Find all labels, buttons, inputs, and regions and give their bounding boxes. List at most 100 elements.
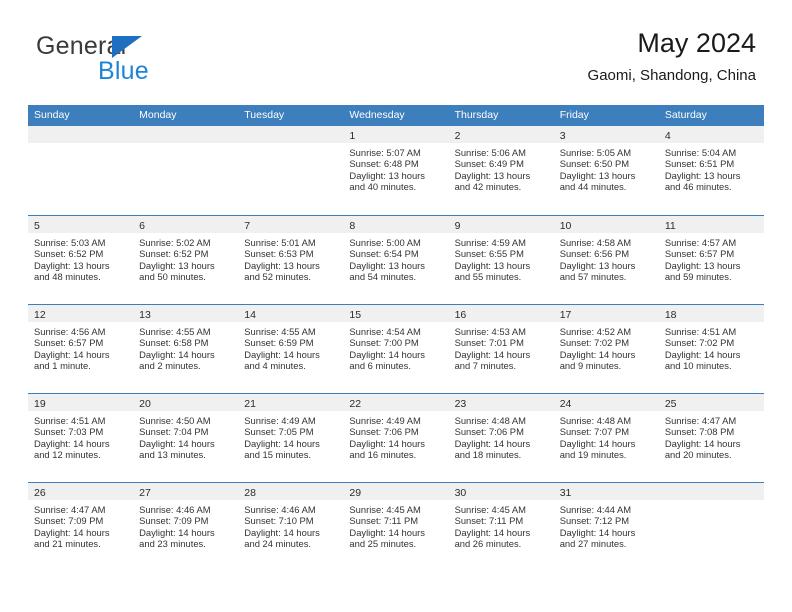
daylight-text-line1: Daylight: 14 hours <box>244 526 320 538</box>
calendar-day-cell[interactable]: 11 Sunrise: 4:57 AM Sunset: 6:57 PM Dayligh… <box>658 216 764 304</box>
day-number-band: 3 <box>553 126 659 143</box>
calendar-day-cell[interactable]: 7 Sunrise: 5:01 AM Sunset: 6:53 PM Daylight… <box>238 216 344 304</box>
day-number: 2 <box>454 130 461 142</box>
page-header: General Blue May 2024 Gaomi, Shandong, C… <box>28 26 764 98</box>
sunset-text: Sunset: 6:54 PM <box>349 248 419 260</box>
calendar-page: General Blue May 2024 Gaomi, Shandong, C… <box>0 0 792 612</box>
day-info: Sunrise: 4:54 AM Sunset: 7:00 PM Daylight:… <box>343 322 448 372</box>
sunset-text: Sunset: 6:56 PM <box>559 248 630 260</box>
day-info: Sunrise: 5:00 AM Sunset: 6:54 PM Daylight:… <box>343 233 448 283</box>
calendar-day-cell[interactable]: 4 Sunrise: 5:04 AM Sunset: 6:51 PM Daylight… <box>658 126 764 215</box>
sunset-text: Sunset: 7:06 PM <box>454 426 524 438</box>
day-number-band: 1 <box>343 126 449 143</box>
calendar-day-cell[interactable]: 27 Sunrise: 4:46 AM Sunset: 7:09 PM Dayligh… <box>133 483 239 571</box>
calendar-day-cell[interactable]: 2 Sunrise: 5:06 AM Sunset: 6:49 PM Daylight… <box>448 126 554 215</box>
day-number: 24 <box>559 398 572 410</box>
day-info: Sunrise: 5:03 AM Sunset: 6:52 PM Daylight:… <box>28 233 133 283</box>
calendar-day-cell[interactable]: 21 Sunrise: 4:49 AM Sunset: 7:05 PM Dayligh… <box>238 394 344 482</box>
calendar-day-cell[interactable]: 5 Sunrise: 5:03 AM Sunset: 6:52 PM Daylight… <box>28 216 134 304</box>
day-number-band: 21 <box>238 394 344 411</box>
calendar-day-cell[interactable]: 26 Sunrise: 4:47 AM Sunset: 7:09 PM Dayligh… <box>28 483 134 571</box>
daylight-text-line1: Daylight: 14 hours <box>244 348 320 360</box>
calendar-day-cell[interactable]: 8 Sunrise: 5:00 AM Sunset: 6:54 PM Daylight… <box>343 216 449 304</box>
weekday-header-friday: Friday <box>559 109 589 121</box>
day-info: Sunrise: 5:04 AM Sunset: 6:51 PM Daylight:… <box>659 143 764 193</box>
calendar-day-cell[interactable]: 1 Sunrise: 5:07 AM Sunset: 6:48 PM Daylight… <box>343 126 449 215</box>
day-number-band: 19 <box>28 394 134 411</box>
daylight-text-line2: and 44 minutes. <box>559 181 627 193</box>
day-number: 8 <box>349 220 356 232</box>
day-number: 30 <box>454 487 467 499</box>
calendar-day-cell[interactable]: 10 Sunrise: 4:58 AM Sunset: 6:56 PM Dayligh… <box>553 216 659 304</box>
daylight-text-line2: and 19 minutes. <box>559 449 627 461</box>
calendar-week-row: 26 Sunrise: 4:47 AM Sunset: 7:09 PM Dayligh… <box>28 482 764 571</box>
general-blue-logo[interactable]: General Blue <box>36 32 256 88</box>
daylight-text-line2: and 52 minutes. <box>244 271 311 283</box>
calendar-day-cell[interactable]: 22 Sunrise: 4:49 AM Sunset: 7:06 PM Dayligh… <box>343 394 449 482</box>
calendar-day-cell[interactable]: 31 Sunrise: 4:44 AM Sunset: 7:12 PM Dayligh… <box>553 483 659 571</box>
day-number-band: 30 <box>448 483 554 500</box>
daylight-text-line2: and 26 minutes. <box>454 538 522 550</box>
daylight-text-line2: and 59 minutes. <box>664 271 732 283</box>
daylight-text-line2: and 50 minutes. <box>139 271 206 283</box>
calendar-day-cell[interactable]: 20 Sunrise: 4:50 AM Sunset: 7:04 PM Dayligh… <box>133 394 239 482</box>
day-number: 14 <box>244 309 256 321</box>
calendar-day-cell[interactable]: 15 Sunrise: 4:54 AM Sunset: 7:00 PM Dayligh… <box>343 305 449 393</box>
calendar-weeks: 1 Sunrise: 5:07 AM Sunset: 6:48 PM Daylight… <box>28 126 764 571</box>
calendar-day-cell[interactable]: 18 Sunrise: 4:51 AM Sunset: 7:02 PM Dayligh… <box>658 305 764 393</box>
sunset-text: Sunset: 6:51 PM <box>664 158 735 170</box>
calendar-day-cell[interactable]: 30 Sunrise: 4:45 AM Sunset: 7:11 PM Dayligh… <box>448 483 554 571</box>
calendar-day-cell[interactable]: 14 Sunrise: 4:55 AM Sunset: 6:59 PM Dayligh… <box>238 305 344 393</box>
sunrise-text: Sunrise: 4:49 AM <box>349 415 421 426</box>
daylight-text-line2: and 55 minutes. <box>454 271 522 283</box>
sunset-text: Sunset: 6:49 PM <box>454 158 524 170</box>
day-number: 17 <box>559 309 572 321</box>
daylight-text-line2: and 54 minutes. <box>349 271 417 283</box>
calendar-day-cell[interactable]: 6 Sunrise: 5:02 AM Sunset: 6:52 PM Daylight… <box>133 216 239 304</box>
day-number: 20 <box>139 398 151 410</box>
calendar-day-cell[interactable]: 16 Sunrise: 4:53 AM Sunset: 7:01 PM Dayligh… <box>448 305 554 393</box>
calendar-day-cell[interactable]: 28 Sunrise: 4:46 AM Sunset: 7:10 PM Dayligh… <box>238 483 344 571</box>
day-number-band: 8 <box>343 216 449 233</box>
daylight-text-line1: Daylight: 13 hours <box>664 169 741 181</box>
day-info: Sunrise: 4:55 AM Sunset: 6:59 PM Daylight:… <box>238 322 343 372</box>
sunset-text: Sunset: 6:55 PM <box>454 248 524 260</box>
calendar-day-cell[interactable]: 24 Sunrise: 4:48 AM Sunset: 7:07 PM Dayligh… <box>553 394 659 482</box>
daylight-text-line1: Daylight: 14 hours <box>454 437 531 449</box>
daylight-text-line2: and 10 minutes. <box>664 360 732 372</box>
day-number-band: 31 <box>553 483 659 500</box>
calendar-day-cell[interactable]: 17 Sunrise: 4:52 AM Sunset: 7:02 PM Dayligh… <box>553 305 659 393</box>
sunrise-text: Sunrise: 4:50 AM <box>139 415 211 426</box>
daylight-text-line1: Daylight: 14 hours <box>454 526 531 538</box>
day-info: Sunrise: 4:51 AM Sunset: 7:03 PM Daylight:… <box>28 411 133 461</box>
calendar-day-cell[interactable]: 29 Sunrise: 4:45 AM Sunset: 7:11 PM Dayligh… <box>343 483 449 571</box>
daylight-text-line2: and 23 minutes. <box>139 538 206 550</box>
calendar-day-cell[interactable]: 9 Sunrise: 4:59 AM Sunset: 6:55 PM Daylight… <box>448 216 554 304</box>
sunrise-text: Sunrise: 4:48 AM <box>454 415 526 426</box>
sunrise-text: Sunrise: 4:53 AM <box>454 326 526 337</box>
daylight-text-line1: Daylight: 14 hours <box>349 437 425 449</box>
weekday-header-row: Sunday Monday Tuesday Wednesday Thursday Frid… <box>28 105 764 126</box>
daylight-text-line1: Daylight: 14 hours <box>34 348 110 360</box>
calendar-day-cell[interactable]: 19 Sunrise: 4:51 AM Sunset: 7:03 PM Dayligh… <box>28 394 134 482</box>
day-info: Sunrise: 4:44 AM Sunset: 7:12 PM Daylight:… <box>554 500 659 550</box>
title-block: May 2024 Gaomi, Shandong, China <box>588 26 756 87</box>
calendar-day-cell[interactable]: 12 Sunrise: 4:56 AM Sunset: 6:57 PM Dayligh… <box>28 305 134 393</box>
day-number: 9 <box>454 220 461 232</box>
weekday-header-thursday: Thursday <box>454 109 499 121</box>
day-number: 5 <box>34 220 40 232</box>
daylight-text-line2: and 48 minutes. <box>34 271 101 283</box>
daylight-text-line1: Daylight: 14 hours <box>664 348 741 360</box>
day-info: Sunrise: 4:45 AM Sunset: 7:11 PM Daylight:… <box>343 500 448 550</box>
sunset-text: Sunset: 7:08 PM <box>664 426 735 438</box>
logo-text-blue: Blue <box>98 57 149 85</box>
daylight-text-line1: Daylight: 13 hours <box>349 259 425 271</box>
daylight-text-line1: Daylight: 13 hours <box>454 169 531 181</box>
calendar-day-cell[interactable]: 13 Sunrise: 4:55 AM Sunset: 6:58 PM Dayligh… <box>133 305 239 393</box>
sunset-text: Sunset: 6:50 PM <box>559 158 630 170</box>
calendar-day-cell[interactable]: 25 Sunrise: 4:47 AM Sunset: 7:08 PM Dayligh… <box>658 394 764 482</box>
calendar-day-cell[interactable]: 23 Sunrise: 4:48 AM Sunset: 7:06 PM Dayligh… <box>448 394 554 482</box>
day-number: 22 <box>349 398 362 410</box>
calendar-day-cell[interactable]: 3 Sunrise: 5:05 AM Sunset: 6:50 PM Daylight… <box>553 126 659 215</box>
day-number-band <box>658 483 764 500</box>
